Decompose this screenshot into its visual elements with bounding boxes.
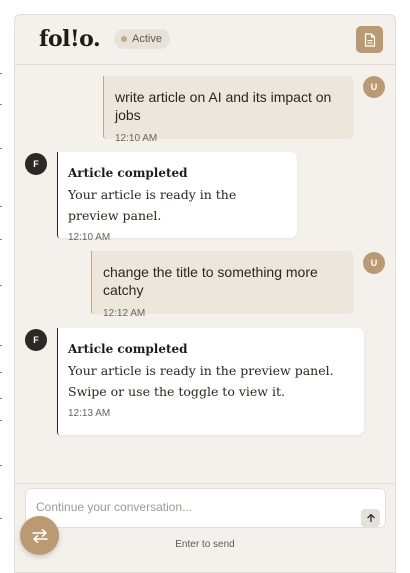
preview-document-button[interactable]: [356, 26, 383, 53]
assistant-message: Article completed Your article is ready …: [57, 152, 297, 243]
status-badge: Active: [114, 29, 170, 49]
assistant-avatar: F: [25, 329, 47, 351]
swap-arrows-icon: [31, 528, 48, 543]
user-avatar: U: [363, 252, 385, 274]
chat-header: fol!o. Active: [15, 15, 395, 65]
message-text: write article on AI and its impact on jo…: [115, 89, 332, 123]
message-time: 12:12 AM: [103, 308, 146, 319]
message-text: Your article is ready in the preview pan…: [68, 187, 237, 223]
message-input-box[interactable]: [25, 488, 386, 528]
status-text: Active: [132, 33, 162, 45]
send-button[interactable]: [361, 509, 380, 527]
message-time: 12:13 AM: [68, 408, 111, 419]
user-message: change the title to something more catch…: [91, 251, 354, 319]
assistant-avatar: F: [25, 153, 47, 175]
status-dot: [121, 36, 127, 42]
message-title: Article completed: [68, 342, 188, 356]
message-text: Your article is ready in the preview pan…: [68, 363, 334, 399]
assistant-message: Article completed Your article is ready …: [57, 328, 364, 435]
app-logo: fol!o.: [39, 26, 101, 52]
message-time: 12:10 AM: [115, 133, 158, 144]
preview-toggle-button[interactable]: [20, 516, 59, 555]
message-list[interactable]: write article on AI and its impact on jo…: [15, 65, 395, 483]
message-input[interactable]: [26, 489, 385, 527]
message-title: Article completed: [68, 166, 188, 180]
document-icon: [364, 32, 375, 47]
user-avatar: U: [363, 76, 385, 98]
chat-panel: fol!o. Active write article on AI and it…: [14, 14, 396, 573]
composer: Enter to send: [15, 483, 395, 573]
arrow-up-icon: [366, 513, 375, 523]
send-hint: Enter to send: [175, 539, 235, 550]
message-time: 12:10 AM: [68, 232, 111, 243]
page-edge-marks: [0, 0, 2, 573]
message-text: change the title to something more catch…: [103, 264, 318, 298]
user-message: write article on AI and its impact on jo…: [103, 76, 354, 144]
